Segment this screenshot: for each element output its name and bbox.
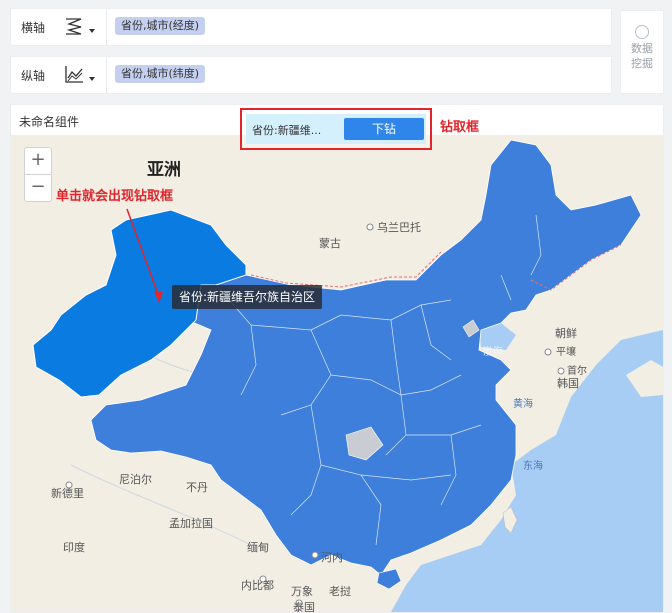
- zigzag-axis-icon[interactable]: [63, 15, 89, 39]
- y-axis-label: 纵轴: [21, 69, 46, 83]
- x-axis-field-chip[interactable]: 省份,城市(经度): [115, 17, 206, 35]
- map-label-bohai: 渤海: [483, 345, 503, 358]
- map-chart-card: 未命名组件 亚洲 蒙古 乌兰巴托 朝鲜 平壤 首尔 韩国 渤海 黄海 东海 尼泊…: [10, 104, 664, 613]
- map-label-asia: 亚洲: [147, 160, 181, 180]
- component-title: 未命名组件: [19, 115, 80, 129]
- line-chart-axis-icon[interactable]: [63, 63, 89, 87]
- map-label-seoul: 首尔: [567, 364, 587, 377]
- zoom-out-button[interactable]: −: [25, 174, 51, 201]
- data-mining-label-line2: 挖掘: [631, 57, 653, 70]
- map-label-myanmar: 缅甸: [247, 540, 269, 554]
- map-label-east-sea: 东海: [523, 459, 543, 472]
- drill-selected-label: 省份:新疆维...: [252, 124, 322, 137]
- map-label-north-korea: 朝鲜: [555, 326, 577, 340]
- map-zoom-control: + −: [24, 147, 52, 202]
- map-label-ulaanbaatar: 乌兰巴托: [377, 220, 421, 234]
- map-label-bhutan: 不丹: [186, 481, 208, 494]
- map-label-india: 印度: [63, 540, 85, 554]
- data-mining-button[interactable]: 数据 挖掘: [620, 10, 664, 94]
- map-label-new-delhi: 新德里: [51, 486, 84, 500]
- data-mining-label-line1: 数据: [631, 42, 653, 55]
- map-label-hanoi: 河内: [321, 550, 343, 564]
- map-label-vientiane: 万象: [291, 585, 313, 598]
- x-axis-divider: [106, 9, 107, 45]
- data-mining-icon: [635, 25, 649, 39]
- x-axis-row: 横轴 省份,城市(经度): [10, 8, 612, 46]
- map-label-pyongyang: 平壤: [556, 345, 576, 358]
- y-axis-row: 纵轴 省份,城市(纬度): [10, 56, 612, 94]
- map-label-nepal: 尼泊尔: [119, 473, 152, 486]
- map-label-yellow-sea: 黄海: [513, 397, 533, 410]
- map-label-thailand: 泰国: [293, 600, 315, 612]
- map-label-south-korea: 韩国: [557, 376, 579, 390]
- map-label-laos: 老挝: [329, 584, 351, 598]
- map-label-mongolia: 蒙古: [319, 237, 341, 250]
- x-axis-dropdown-caret-icon[interactable]: [89, 29, 95, 33]
- zoom-in-button[interactable]: +: [25, 148, 51, 174]
- china-map: 亚洲 蒙古 乌兰巴托 朝鲜 平壤 首尔 韩国 渤海 黄海 东海 尼泊尔 不丹 新…: [11, 135, 663, 612]
- y-axis-divider: [106, 57, 107, 93]
- drill-box-annotation: 钻取框: [440, 120, 480, 135]
- map-label-bangladesh: 孟加拉国: [169, 516, 213, 530]
- y-axis-field-chip[interactable]: 省份,城市(纬度): [115, 65, 206, 83]
- x-axis-label: 横轴: [21, 21, 46, 35]
- map-label-naypyidaw: 内比都: [241, 578, 274, 592]
- drill-box: 省份:新疆维... 下钻: [240, 108, 432, 150]
- region-tooltip: 省份:新疆维吾尔族自治区: [172, 285, 323, 309]
- click-hint-annotation: 单击就会出现钻取框: [56, 189, 174, 204]
- drill-popup: 省份:新疆维... 下钻: [246, 114, 426, 144]
- y-axis-dropdown-caret-icon[interactable]: [89, 77, 95, 81]
- drill-down-button[interactable]: 下钻: [344, 118, 424, 140]
